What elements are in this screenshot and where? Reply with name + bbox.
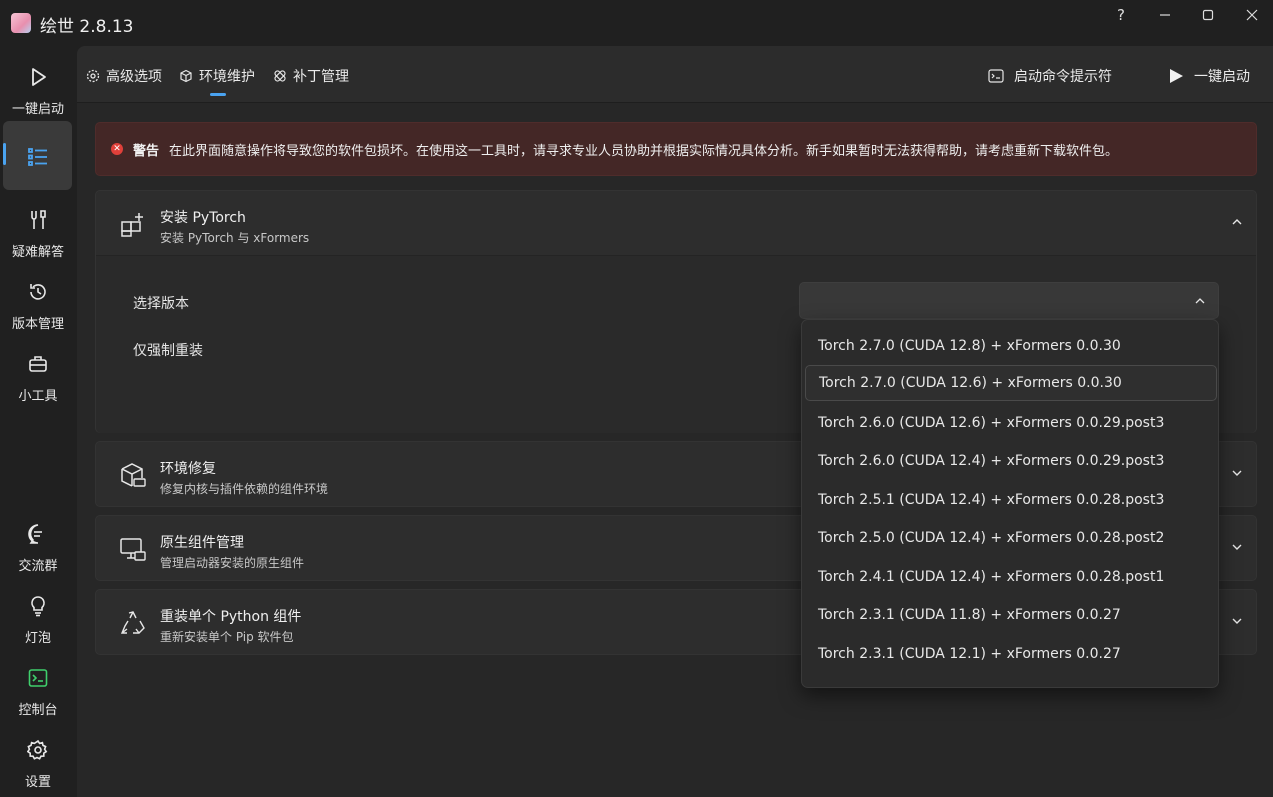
help-button[interactable]: ? bbox=[1103, 6, 1139, 24]
version-option[interactable]: Torch 2.3.1 (CUDA 12.1) + xFormers 0.0.2… bbox=[805, 636, 1217, 672]
nav-item-community[interactable]: 交流群 bbox=[0, 515, 76, 581]
nav-label-version: 版本管理 bbox=[11, 317, 64, 332]
toolbox-icon bbox=[25, 351, 51, 377]
chevron-up-icon bbox=[1195, 298, 1205, 304]
tab-environment-maintenance[interactable]: 环境维护 bbox=[179, 65, 255, 87]
console-prompt-button[interactable]: 启动命令提示符 bbox=[988, 65, 1112, 87]
version-option[interactable]: Torch 2.5.0 (CUDA 12.4) + xFormers 0.0.2… bbox=[805, 520, 1217, 556]
reinstall-python-component-subtitle: 重新安装单个 Pip 软件包 bbox=[160, 630, 294, 644]
app-logo-icon bbox=[11, 13, 31, 33]
nav-label-tools: 小工具 bbox=[18, 389, 58, 404]
version-dropdown-list: Torch 2.7.0 (CUDA 12.8) + xFormers 0.0.3… bbox=[801, 319, 1219, 688]
tab-advanced-options[interactable]: 高级选项 bbox=[86, 65, 162, 87]
environment-repair-title: 环境修复 bbox=[160, 461, 216, 477]
chevron-down-icon bbox=[1232, 544, 1242, 550]
lightbulb-icon bbox=[25, 593, 51, 619]
package-icon bbox=[180, 69, 192, 83]
console-prompt-label: 启动命令提示符 bbox=[1014, 69, 1112, 85]
install-pytorch-title: 安装 PyTorch bbox=[160, 210, 246, 226]
nav-item-tools[interactable]: 小工具 bbox=[0, 345, 76, 411]
nav-item-launch[interactable]: 一键启动 bbox=[0, 58, 76, 124]
gear-small-icon bbox=[86, 69, 100, 83]
native-components-title: 原生组件管理 bbox=[160, 535, 244, 551]
terminal-small-icon bbox=[988, 69, 1004, 83]
wrench-screwdriver-icon bbox=[25, 207, 51, 233]
tab-environment-maintenance-label: 环境维护 bbox=[199, 69, 255, 85]
error-icon: ✕ bbox=[111, 143, 123, 155]
version-option[interactable]: Torch 2.7.0 (CUDA 12.8) + xFormers 0.0.3… bbox=[805, 328, 1217, 364]
box-repair-icon bbox=[121, 463, 146, 487]
nav-item-version[interactable]: 版本管理 bbox=[0, 273, 76, 339]
nav-label-settings: 设置 bbox=[24, 775, 51, 790]
window-title: 绘世 2.8.13 bbox=[40, 17, 134, 37]
close-button[interactable] bbox=[1234, 6, 1270, 24]
active-tab-indicator bbox=[210, 93, 226, 96]
terminal-icon bbox=[25, 665, 51, 691]
nav-item-advanced[interactable] bbox=[0, 138, 76, 204]
environment-repair-subtitle: 修复内核与插件依赖的组件环境 bbox=[160, 482, 329, 496]
chevron-up-icon bbox=[1232, 219, 1242, 225]
version-option[interactable]: Torch 2.6.0 (CUDA 12.6) + xFormers 0.0.2… bbox=[805, 405, 1217, 441]
reinstall-python-component-title: 重装单个 Python 组件 bbox=[160, 609, 302, 625]
tab-advanced-options-label: 高级选项 bbox=[106, 69, 162, 85]
version-select[interactable] bbox=[799, 282, 1219, 319]
tab-patch-management[interactable]: 补丁管理 bbox=[273, 65, 349, 87]
bandage-icon bbox=[274, 70, 286, 82]
nav-label-console: 控制台 bbox=[18, 703, 58, 718]
version-option[interactable]: Torch 2.4.1 (CUDA 12.4) + xFormers 0.0.2… bbox=[805, 559, 1217, 595]
recycle-icon bbox=[120, 611, 145, 634]
install-pytorch-header[interactable]: 安装 PyTorch 安装 PyTorch 与 xFormers bbox=[96, 191, 1256, 255]
list-icon bbox=[25, 144, 51, 170]
nav-label-troubleshoot: 疑难解答 bbox=[11, 245, 64, 260]
nav-item-bulb[interactable]: 灯泡 bbox=[0, 587, 76, 653]
warning-title: 警告 bbox=[133, 143, 160, 159]
nav-item-settings[interactable]: 设置 bbox=[0, 731, 76, 797]
close-icon bbox=[1246, 9, 1258, 21]
version-option[interactable]: Torch 2.3.1 (CUDA 11.8) + xFormers 0.0.2… bbox=[805, 597, 1217, 633]
force-reinstall-label: 仅强制重装 bbox=[133, 343, 203, 359]
apps-add-icon bbox=[121, 213, 143, 237]
native-components-subtitle: 管理启动器安装的原生组件 bbox=[160, 556, 305, 570]
tab-patch-management-label: 补丁管理 bbox=[293, 69, 349, 85]
nav-label-bulb: 灯泡 bbox=[24, 631, 51, 646]
chevron-down-icon bbox=[1232, 618, 1242, 624]
version-option[interactable]: Torch 2.5.1 (CUDA 12.4) + xFormers 0.0.2… bbox=[805, 482, 1217, 518]
maximize-button[interactable] bbox=[1190, 6, 1226, 24]
side-navigation: 一键启动 疑难解答 版本管理 小工具 交流群 灯泡 控制台 设置 bbox=[0, 46, 76, 797]
version-option[interactable]: Torch 2.6.0 (CUDA 12.4) + xFormers 0.0.2… bbox=[805, 443, 1217, 479]
title-bar: 绘世 2.8.13 ? bbox=[0, 0, 1273, 46]
maximize-icon bbox=[1202, 9, 1214, 21]
chat-icon bbox=[25, 521, 51, 547]
nav-item-console[interactable]: 控制台 bbox=[0, 659, 76, 725]
select-version-label: 选择版本 bbox=[133, 296, 189, 312]
install-pytorch-subtitle: 安装 PyTorch 与 xFormers bbox=[160, 231, 310, 245]
warning-text: 在此界面随意操作将导致您的软件包损坏。在使用这一工具时，请寻求专业人员协助并根据… bbox=[169, 143, 1119, 159]
gear-icon bbox=[25, 737, 51, 763]
history-icon bbox=[25, 279, 51, 305]
nav-item-troubleshoot[interactable]: 疑难解答 bbox=[0, 201, 76, 267]
monitor-settings-icon bbox=[120, 538, 146, 561]
launch-label: 一键启动 bbox=[1194, 69, 1250, 85]
top-toolbar: 高级选项 环境维护 补丁管理 启动命令提示符 一键启动 bbox=[77, 46, 1273, 103]
play-filled-icon bbox=[1170, 69, 1183, 83]
launch-button[interactable]: 一键启动 bbox=[1168, 65, 1250, 87]
version-option-highlighted[interactable]: Torch 2.7.0 (CUDA 12.6) + xFormers 0.0.3… bbox=[805, 365, 1217, 401]
nav-label-community: 交流群 bbox=[18, 559, 58, 574]
minimize-icon bbox=[1160, 14, 1170, 16]
nav-label-launch: 一键启动 bbox=[11, 102, 64, 117]
play-icon bbox=[25, 64, 51, 90]
warning-banner: ✕ 警告 在此界面随意操作将导致您的软件包损坏。在使用这一工具时，请寻求专业人员… bbox=[95, 122, 1257, 176]
chevron-down-icon bbox=[1232, 470, 1242, 476]
minimize-button[interactable] bbox=[1147, 6, 1183, 24]
